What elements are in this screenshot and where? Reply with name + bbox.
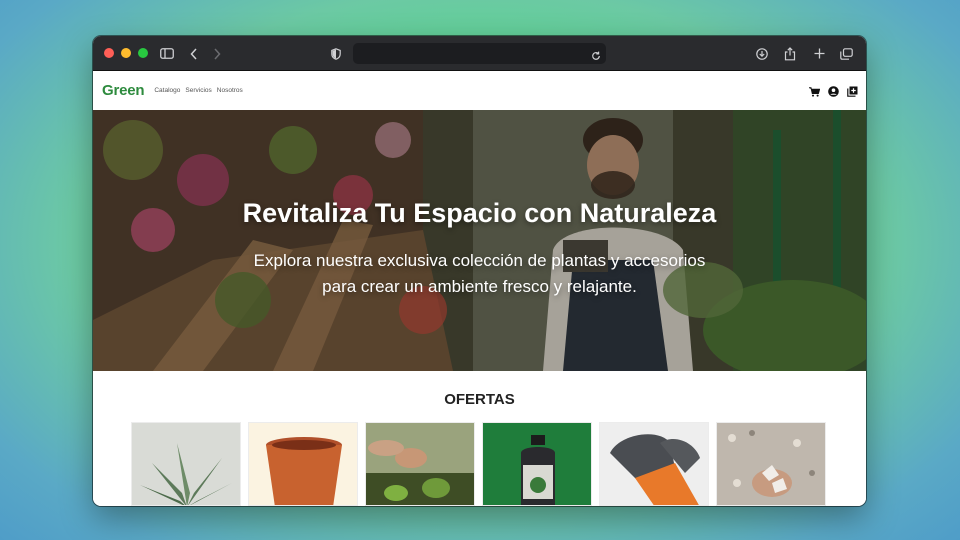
- gravel-stones-image: [717, 423, 825, 505]
- tab-overview-icon[interactable]: [838, 36, 854, 71]
- nav-link-catalogo[interactable]: Catalogo: [154, 87, 180, 94]
- back-icon[interactable]: [186, 36, 202, 71]
- aloe-plant-image: [132, 423, 240, 505]
- close-window-button[interactable]: [104, 48, 114, 58]
- hero-overlay: [93, 110, 866, 371]
- nav-link-nosotros[interactable]: Nosotros: [217, 87, 243, 94]
- fertilizer-bottle-image: [483, 423, 591, 505]
- hero-title: Revitaliza Tu Espacio con Naturaleza: [242, 198, 717, 228]
- hero-banner: Revitaliza Tu Espacio con Naturaleza Exp…: [93, 110, 866, 371]
- minimize-window-button[interactable]: [121, 48, 131, 58]
- privacy-shield-icon[interactable]: [329, 36, 343, 71]
- planting-hands-image: [366, 423, 474, 505]
- share-icon[interactable]: [782, 36, 798, 71]
- product-card-gloves[interactable]: [599, 422, 709, 506]
- product-card-planting[interactable]: [365, 422, 475, 506]
- offers-heading: OFERTAS: [444, 391, 515, 408]
- hero-subtitle: Explora nuestra exclusiva colección de p…: [253, 251, 706, 296]
- downloads-icon[interactable]: [754, 36, 770, 71]
- product-card-aloe[interactable]: [131, 422, 241, 506]
- browser-window: Green Catalogo Servicios Nosotros Revita…: [93, 36, 866, 506]
- garden-gloves-image: [600, 423, 708, 505]
- product-card-fertilizer[interactable]: [482, 422, 592, 506]
- add-item-icon[interactable]: [847, 84, 858, 102]
- browser-toolbar: [93, 36, 866, 71]
- site-header: Green Catalogo Servicios Nosotros: [93, 71, 866, 110]
- user-account-icon[interactable]: [828, 84, 839, 102]
- new-tab-icon[interactable]: [811, 36, 827, 71]
- product-card-pot[interactable]: [248, 422, 358, 506]
- main-nav: Catalogo Servicios Nosotros: [154, 87, 242, 94]
- reload-icon[interactable]: [591, 48, 601, 66]
- address-bar[interactable]: [353, 43, 606, 64]
- product-card-gravel[interactable]: [716, 422, 826, 506]
- sidebar-icon[interactable]: [157, 36, 177, 71]
- nav-link-servicios[interactable]: Servicios: [185, 87, 211, 94]
- header-actions: [809, 84, 858, 102]
- window-controls: [104, 48, 148, 58]
- offers-section: OFERTAS: [93, 371, 866, 506]
- maximize-window-button[interactable]: [138, 48, 148, 58]
- offers-product-list: [131, 422, 826, 506]
- cart-icon[interactable]: [809, 84, 821, 102]
- site-logo[interactable]: Green: [102, 82, 145, 99]
- terracotta-pot-image: [249, 423, 357, 505]
- forward-icon[interactable]: [209, 36, 225, 71]
